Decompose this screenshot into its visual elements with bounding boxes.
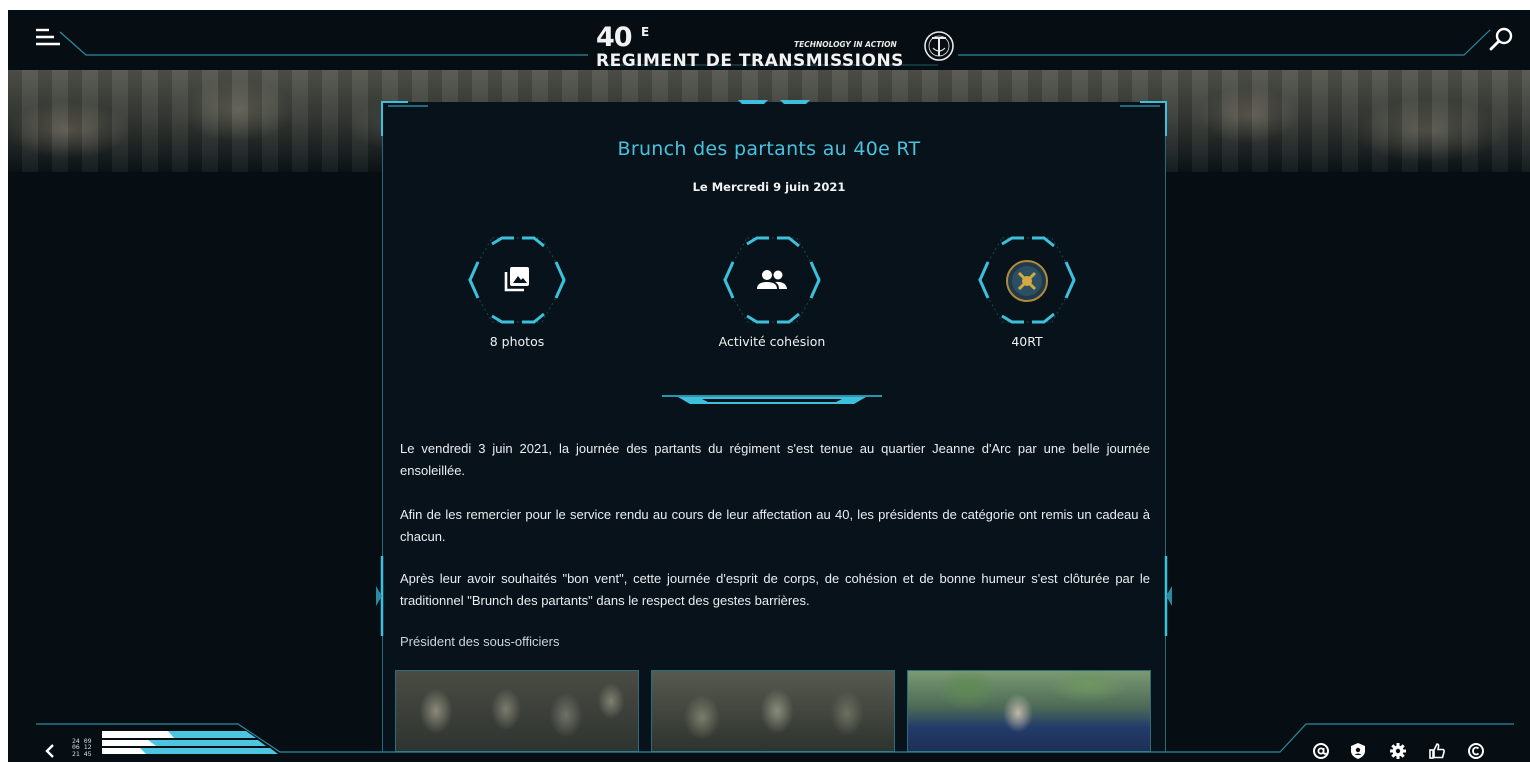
photo-library-icon (504, 267, 529, 292)
copyright-icon (1468, 743, 1484, 759)
photos-button[interactable] (462, 232, 572, 328)
activity-label: Activité cohésion (718, 334, 826, 349)
regiment-badge-icon (1006, 260, 1048, 302)
regiment-tag-label: 40RT (1011, 334, 1043, 349)
clock-readout: 24 09 06 12 21 45 (72, 738, 92, 758)
article-title: Brunch des partants au 40e RT (617, 138, 921, 160)
menu-button[interactable] (34, 26, 62, 50)
logo-superscript: E (641, 25, 650, 39)
section-divider (662, 395, 882, 404)
hamburger-icon (36, 28, 60, 46)
settings-button[interactable] (1389, 742, 1407, 760)
credits-button[interactable] (1467, 742, 1485, 760)
article-panel (382, 102, 1166, 752)
photos-count-label: 8 photos (489, 334, 545, 349)
logo-name: REGIMENT DE TRANSMISSIONS (596, 51, 904, 71)
like-button[interactable] (1428, 742, 1446, 760)
footer: 24 09 06 12 21 45 (8, 718, 1530, 762)
logo-number: 40 (596, 22, 633, 53)
logo-tagline: TECHNOLOGY IN ACTION (794, 40, 897, 49)
activity-button[interactable] (717, 232, 827, 328)
chevron-left-icon (45, 744, 54, 758)
at-icon (1313, 743, 1329, 759)
regiment-logo[interactable]: 40 E TECHNOLOGY IN ACTION REGIMENT DE TR… (596, 24, 956, 74)
gear-icon (1390, 743, 1406, 759)
article-date: Le Mercredi 9 juin 2021 (692, 180, 846, 194)
search-icon (1489, 27, 1513, 51)
shield-icon (1351, 743, 1365, 759)
article-paragraph: Le vendredi 3 juin 2021, la journée des … (400, 441, 1150, 478)
regiment-emblem-icon (924, 31, 954, 61)
group-icon (757, 270, 787, 289)
thumbs-up-icon (1429, 743, 1445, 759)
search-button[interactable] (1486, 24, 1516, 54)
regiment-tag-button[interactable] (972, 232, 1082, 328)
article-signature: Président des sous-officiers (400, 634, 560, 649)
article-paragraph: Afin de les remercier pour le service re… (400, 507, 1150, 544)
footer-frame-lines (36, 723, 1514, 754)
app-frame: 40 E TECHNOLOGY IN ACTION REGIMENT DE TR… (8, 10, 1530, 762)
contact-button[interactable] (1312, 742, 1330, 760)
header: 40 E TECHNOLOGY IN ACTION REGIMENT DE TR… (8, 10, 1530, 71)
privacy-button[interactable] (1349, 742, 1367, 760)
article-paragraph: Après leur avoir souhaités "bon vent", c… (400, 571, 1150, 608)
clock-line: 21 45 (72, 749, 92, 758)
back-button[interactable] (42, 743, 58, 759)
